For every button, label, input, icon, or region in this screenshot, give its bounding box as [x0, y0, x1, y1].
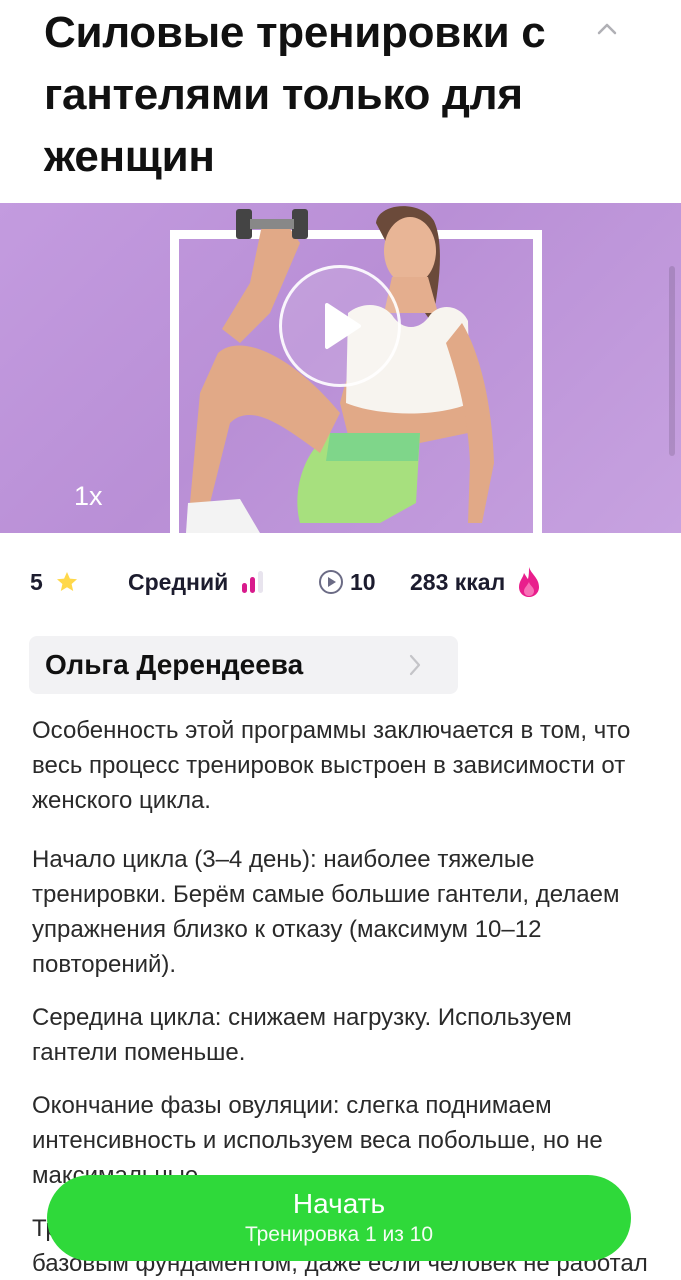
chevron-up-icon[interactable] [592, 16, 622, 42]
level-bars-icon [242, 571, 264, 593]
start-button[interactable]: Начать Тренировка 1 из 10 [47, 1175, 631, 1261]
play-icon [325, 303, 361, 349]
start-button-label: Начать [292, 1188, 386, 1219]
calories-stat: 283 ккал [410, 566, 541, 598]
video-count-icon [319, 570, 343, 594]
videos-value: 10 [350, 568, 376, 595]
calories-value: 283 ккал [410, 568, 506, 595]
rating-stat: 5 [30, 569, 128, 596]
program-page: Силовые тренировки с гантелями только дл… [0, 0, 681, 1280]
description-paragraph: Середина цикла: снижаем нагрузку. Исполь… [32, 1004, 572, 1066]
start-button-sublabel: Тренировка 1 из 10 [244, 1223, 434, 1246]
video-player[interactable]: 1x [0, 203, 681, 533]
program-stats: 5 Средний 10 283 ккал [30, 562, 650, 602]
page-title: Силовые тренировки с гантелями только дл… [44, 8, 546, 181]
flame-icon [519, 567, 540, 597]
level-stat: Средний [128, 569, 318, 596]
scrollbar[interactable] [669, 266, 675, 456]
level-value: Средний [128, 568, 229, 595]
star-icon [56, 572, 77, 591]
play-button[interactable] [279, 265, 401, 387]
author-name: Ольга Дерендеева [45, 649, 304, 680]
playback-speed-button[interactable]: 1x [74, 481, 103, 512]
videos-stat: 10 [318, 569, 410, 596]
description-paragraph: Начало цикла (3–4 день): наиболее тяжелы… [32, 846, 620, 978]
rating-value: 5 [30, 568, 43, 595]
description-paragraph: Особенность этой программы заключается в… [32, 717, 631, 814]
chevron-right-icon [409, 654, 421, 676]
author-link[interactable]: Ольга Дерендеева [29, 636, 458, 694]
